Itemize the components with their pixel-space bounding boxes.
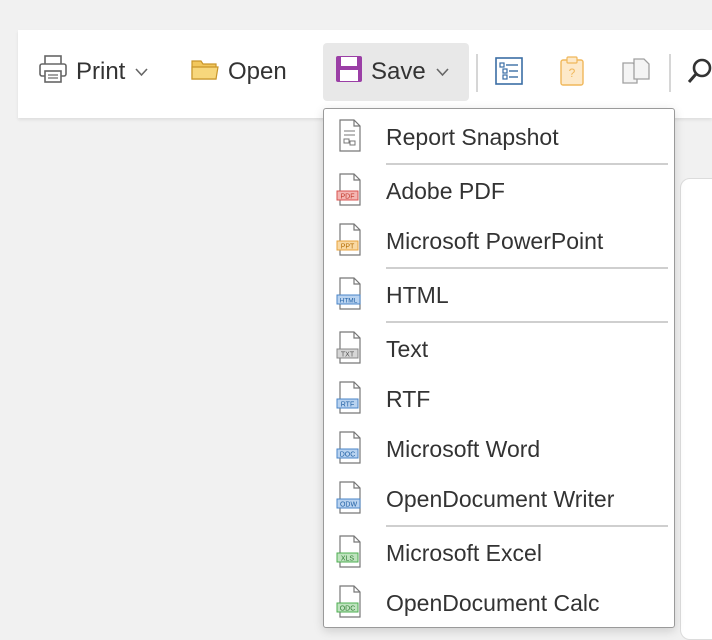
menu-item-label: Report Snapshot bbox=[386, 123, 559, 150]
menu-item-microsoft-word[interactable]: DOC Microsoft Word bbox=[324, 427, 674, 471]
odw-file-icon: ODW bbox=[336, 481, 364, 515]
open-button[interactable]: Open bbox=[180, 43, 297, 101]
floppy-disk-icon bbox=[335, 55, 363, 90]
report-toolbar: Print Open Save ? bbox=[18, 30, 712, 118]
open-label: Open bbox=[228, 58, 287, 85]
txt-badge: TXT bbox=[341, 352, 355, 359]
svg-text:?: ? bbox=[569, 66, 576, 80]
menu-separator bbox=[386, 267, 668, 269]
search-icon bbox=[686, 56, 712, 90]
menu-item-label: OpenDocument Calc bbox=[386, 589, 600, 616]
menu-separator bbox=[386, 163, 668, 165]
print-label: Print bbox=[76, 58, 126, 85]
html-file-icon: HTML bbox=[336, 277, 364, 311]
menu-item-label: OpenDocument Writer bbox=[386, 485, 615, 512]
menu-item-label: Microsoft Excel bbox=[386, 539, 542, 566]
menu-item-adobe-pdf[interactable]: PDF Adobe PDF bbox=[324, 169, 674, 213]
rtf-badge: RTF bbox=[341, 402, 354, 409]
menu-item-report-snapshot[interactable]: Report Snapshot bbox=[324, 115, 674, 159]
pdf-file-icon: PDF bbox=[336, 173, 364, 207]
copy-button[interactable] bbox=[620, 56, 652, 90]
menu-item-opendocument-calc[interactable]: ODC OpenDocument Calc bbox=[324, 581, 674, 625]
doc-badge: DOC bbox=[340, 452, 356, 459]
xls-badge: XLS bbox=[341, 556, 355, 563]
folder-icon bbox=[190, 56, 220, 89]
xls-file-icon: XLS bbox=[336, 535, 364, 569]
odc-file-icon: ODC bbox=[336, 585, 364, 619]
menu-item-label: Text bbox=[386, 335, 429, 362]
menu-item-rtf[interactable]: RTF RTF bbox=[324, 377, 674, 421]
menu-item-label: RTF bbox=[386, 385, 431, 412]
report-snapshot-file-icon bbox=[336, 119, 364, 153]
menu-item-label: Microsoft Word bbox=[386, 435, 541, 462]
odc-badge: ODC bbox=[340, 606, 356, 613]
menu-separator bbox=[386, 525, 668, 527]
ppt-file-icon: PPT bbox=[336, 223, 364, 257]
save-label: Save bbox=[371, 58, 426, 85]
menu-item-label: Adobe PDF bbox=[386, 177, 505, 204]
report-page-panel bbox=[680, 178, 712, 640]
menu-item-html[interactable]: HTML HTML bbox=[324, 273, 674, 317]
menu-separator bbox=[386, 321, 668, 323]
pdf-badge: PDF bbox=[341, 194, 355, 201]
ppt-badge: PPT bbox=[341, 244, 355, 251]
field-list-button[interactable] bbox=[493, 56, 525, 90]
rtf-file-icon: RTF bbox=[336, 381, 364, 415]
toolbar-divider bbox=[476, 54, 478, 92]
chevron-down-icon bbox=[135, 65, 148, 80]
html-badge: HTML bbox=[340, 298, 358, 305]
toolbar-divider bbox=[669, 54, 671, 92]
txt-file-icon: TXT bbox=[336, 331, 364, 365]
menu-item-microsoft-powerpoint[interactable]: PPT Microsoft PowerPoint bbox=[324, 219, 674, 263]
menu-item-text[interactable]: TXT Text bbox=[324, 327, 674, 371]
chevron-down-icon bbox=[436, 65, 449, 80]
menu-item-label: Microsoft PowerPoint bbox=[386, 227, 604, 254]
menu-item-label: HTML bbox=[386, 281, 449, 308]
save-button[interactable]: Save bbox=[323, 43, 469, 101]
print-button[interactable]: Print bbox=[28, 43, 158, 101]
doc-file-icon: DOC bbox=[336, 431, 364, 465]
printer-icon bbox=[38, 54, 68, 91]
menu-item-opendocument-writer[interactable]: ODW OpenDocument Writer bbox=[324, 477, 674, 521]
menu-item-microsoft-excel[interactable]: XLS Microsoft Excel bbox=[324, 531, 674, 575]
copy-pages-icon bbox=[621, 57, 651, 90]
field-list-icon bbox=[495, 56, 523, 90]
clipboard-icon: ? bbox=[559, 55, 585, 91]
odw-badge: ODW bbox=[340, 502, 358, 509]
paste-button[interactable]: ? bbox=[556, 55, 588, 91]
save-format-menu: Report Snapshot PDF Adobe PDF PPT Micros… bbox=[323, 108, 675, 628]
search-button[interactable] bbox=[686, 56, 712, 90]
